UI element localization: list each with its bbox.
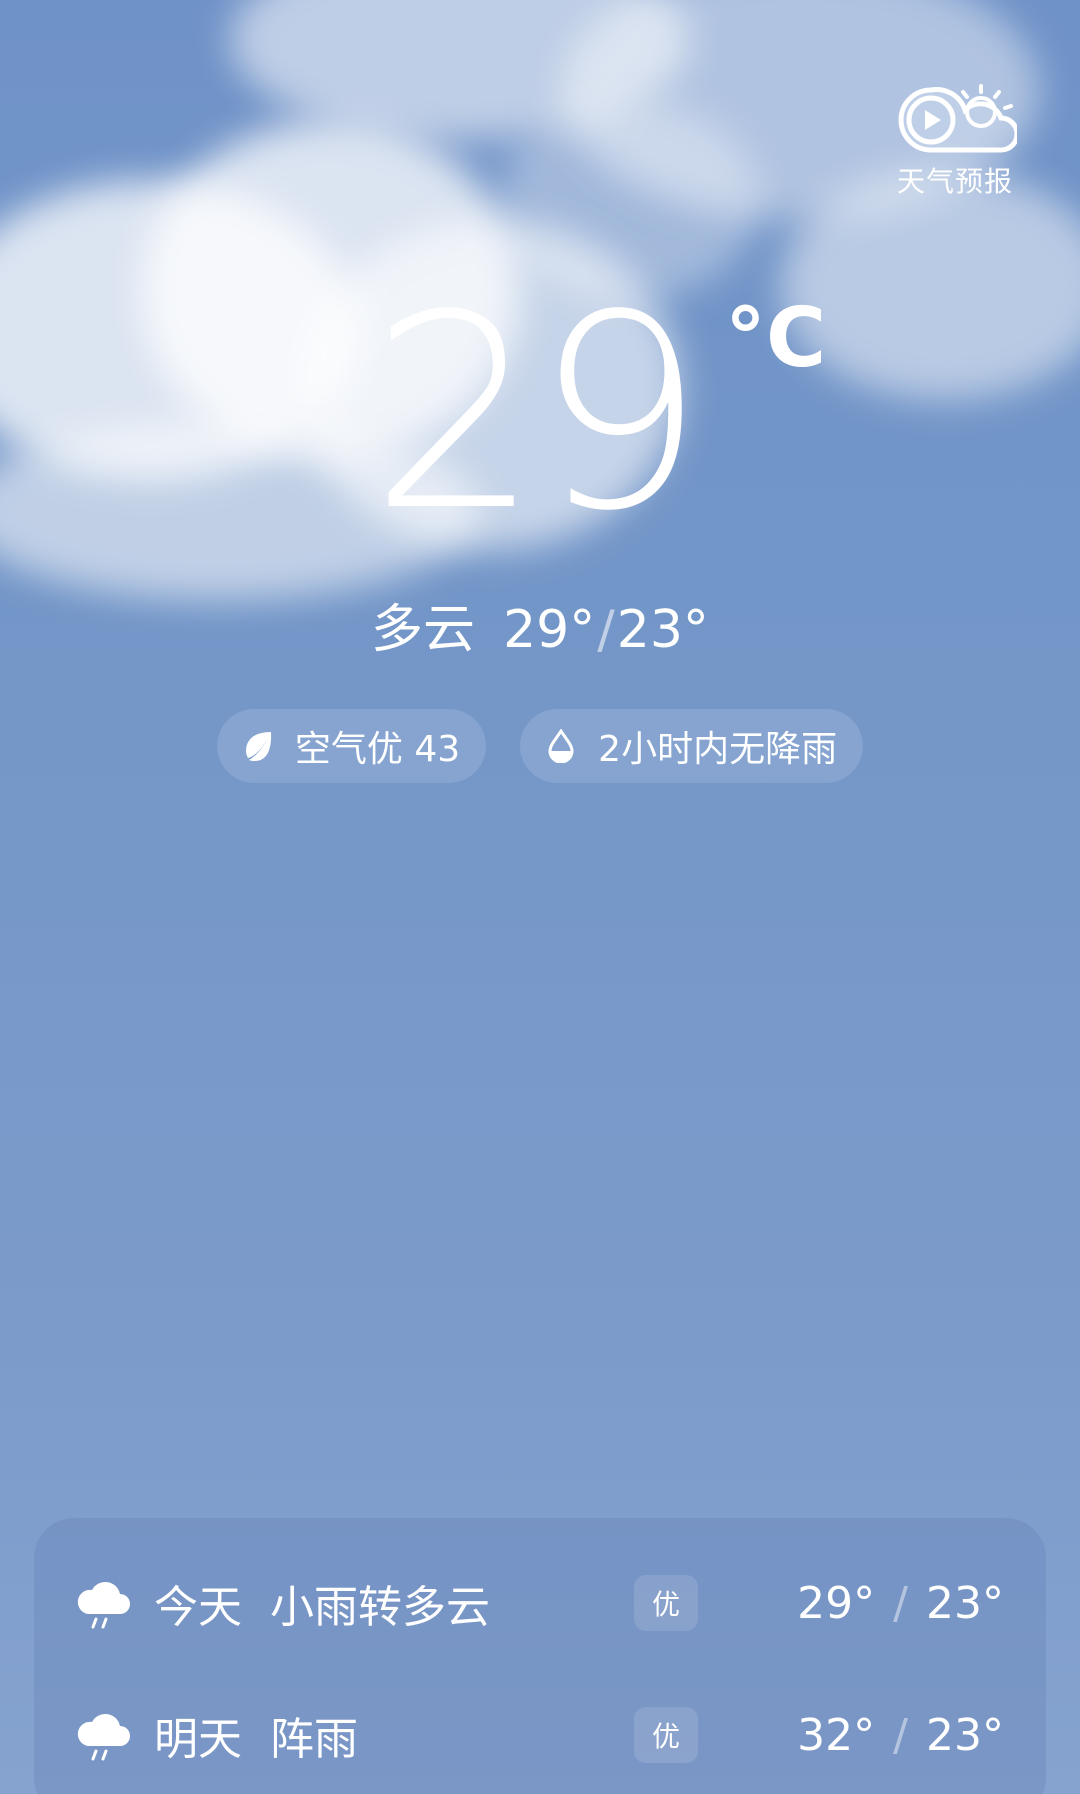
forecast-day: 明天 (154, 1714, 242, 1765)
aqi-badge: 优 (634, 1707, 698, 1763)
current-summary: 多云 29°/23° (0, 598, 1080, 662)
forecast-range: 32° / 23° (797, 1710, 1004, 1761)
air-quality-pill[interactable]: 空气优 43 (216, 709, 487, 783)
video-forecast-icon (893, 82, 1017, 154)
precipitation-label: 2小时内无降雨 (598, 729, 838, 770)
today-high: 29° (503, 600, 596, 660)
rain-cloud-icon (74, 1574, 132, 1632)
forecast-low: 23° (926, 1577, 1004, 1629)
rain-cloud-icon (74, 1706, 132, 1764)
forecast-high: 32° (797, 1709, 876, 1761)
weather-screen: 天气预报 29 °C 多云 29°/23° 空气优 43 2小时内无降雨 今天 … (0, 0, 1080, 1794)
current-condition: 多云 (371, 600, 476, 660)
forecast-row-tomorrow[interactable]: 明天 阵雨 优 32° / 23° (34, 1690, 1046, 1780)
air-quality-label: 空气优 43 (294, 729, 461, 770)
precipitation-pill[interactable]: 2小时内无降雨 (520, 709, 864, 783)
range-separator: / (597, 600, 615, 660)
leaf-icon (241, 729, 275, 763)
forecast-desc: 小雨转多云 (270, 1582, 490, 1633)
aqi-badge: 优 (634, 1575, 698, 1631)
forecast-desc: 阵雨 (270, 1714, 358, 1765)
forecast-high: 29° (797, 1577, 876, 1629)
forecast-day: 今天 (154, 1582, 242, 1633)
drop-icon (544, 729, 578, 763)
info-pills: 空气优 43 2小时内无降雨 (0, 709, 1080, 783)
daily-forecast-card: 今天 小雨转多云 优 29° / 23° 明天 阵雨 优 32° / 23° (34, 1518, 1046, 1794)
video-forecast-label: 天气预报 (896, 165, 1013, 198)
forecast-row-today[interactable]: 今天 小雨转多云 优 29° / 23° (34, 1558, 1046, 1648)
temperature-value: 29 (370, 258, 705, 570)
range-separator: / (893, 1709, 908, 1761)
today-low: 23° (616, 600, 709, 660)
forecast-low: 23° (926, 1709, 1004, 1761)
range-separator: / (893, 1577, 908, 1629)
video-forecast-button[interactable]: 天气预报 (890, 82, 1020, 218)
temperature-unit: °C (725, 291, 827, 386)
forecast-range: 29° / 23° (797, 1578, 1004, 1629)
current-temperature: 29 °C (0, 280, 1080, 560)
